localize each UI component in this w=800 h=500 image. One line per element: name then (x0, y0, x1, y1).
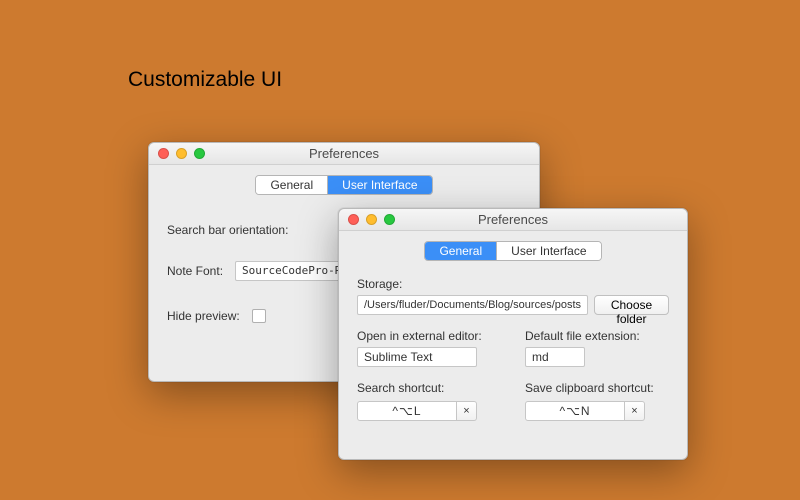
default-ext-label: Default file extension: (525, 329, 669, 343)
minimize-icon[interactable] (366, 214, 377, 225)
hide-preview-checkbox[interactable] (252, 309, 266, 323)
tab-segmented-control: General User Interface (255, 175, 432, 195)
save-shortcut-field[interactable]: ^⌥N (525, 401, 625, 421)
storage-path-field[interactable]: /Users/fluder/Documents/Blog/sources/pos… (357, 295, 588, 315)
tab-segmented-control: General User Interface (424, 241, 601, 261)
search-shortcut-label: Search shortcut: (357, 381, 501, 395)
search-orientation-label: Search bar orientation: (167, 223, 288, 237)
close-icon[interactable] (158, 148, 169, 159)
titlebar[interactable]: Preferences (149, 143, 539, 165)
storage-label: Storage: (357, 277, 669, 291)
clear-shortcut-button[interactable]: × (457, 401, 477, 421)
titlebar[interactable]: Preferences (339, 209, 687, 231)
traffic-lights (158, 148, 205, 159)
hide-preview-label: Hide preview: (167, 309, 240, 323)
tab-general[interactable]: General (425, 242, 496, 260)
tab-user-interface[interactable]: User Interface (327, 176, 431, 194)
zoom-icon[interactable] (194, 148, 205, 159)
open-editor-label: Open in external editor: (357, 329, 501, 343)
close-icon[interactable] (348, 214, 359, 225)
zoom-icon[interactable] (384, 214, 395, 225)
choose-folder-button[interactable]: Choose folder (594, 295, 669, 315)
tab-bar: General User Interface (339, 231, 687, 269)
window-title: Preferences (149, 146, 539, 161)
tab-general[interactable]: General (256, 176, 327, 194)
open-editor-field[interactable]: Sublime Text (357, 347, 477, 367)
page-title: Customizable UI (128, 68, 282, 92)
clear-shortcut-button[interactable]: × (625, 401, 645, 421)
minimize-icon[interactable] (176, 148, 187, 159)
note-font-label: Note Font: (167, 264, 223, 278)
tab-bar: General User Interface (149, 165, 539, 203)
window-body: Storage: /Users/fluder/Documents/Blog/so… (339, 269, 687, 437)
save-shortcut-control: ^⌥N × (525, 401, 645, 421)
tab-user-interface[interactable]: User Interface (496, 242, 600, 260)
search-shortcut-field[interactable]: ^⌥L (357, 401, 457, 421)
save-shortcut-label: Save clipboard shortcut: (525, 381, 669, 395)
search-shortcut-control: ^⌥L × (357, 401, 477, 421)
traffic-lights (348, 214, 395, 225)
default-ext-field[interactable]: md (525, 347, 585, 367)
preferences-window-general: Preferences General User Interface Stora… (338, 208, 688, 460)
